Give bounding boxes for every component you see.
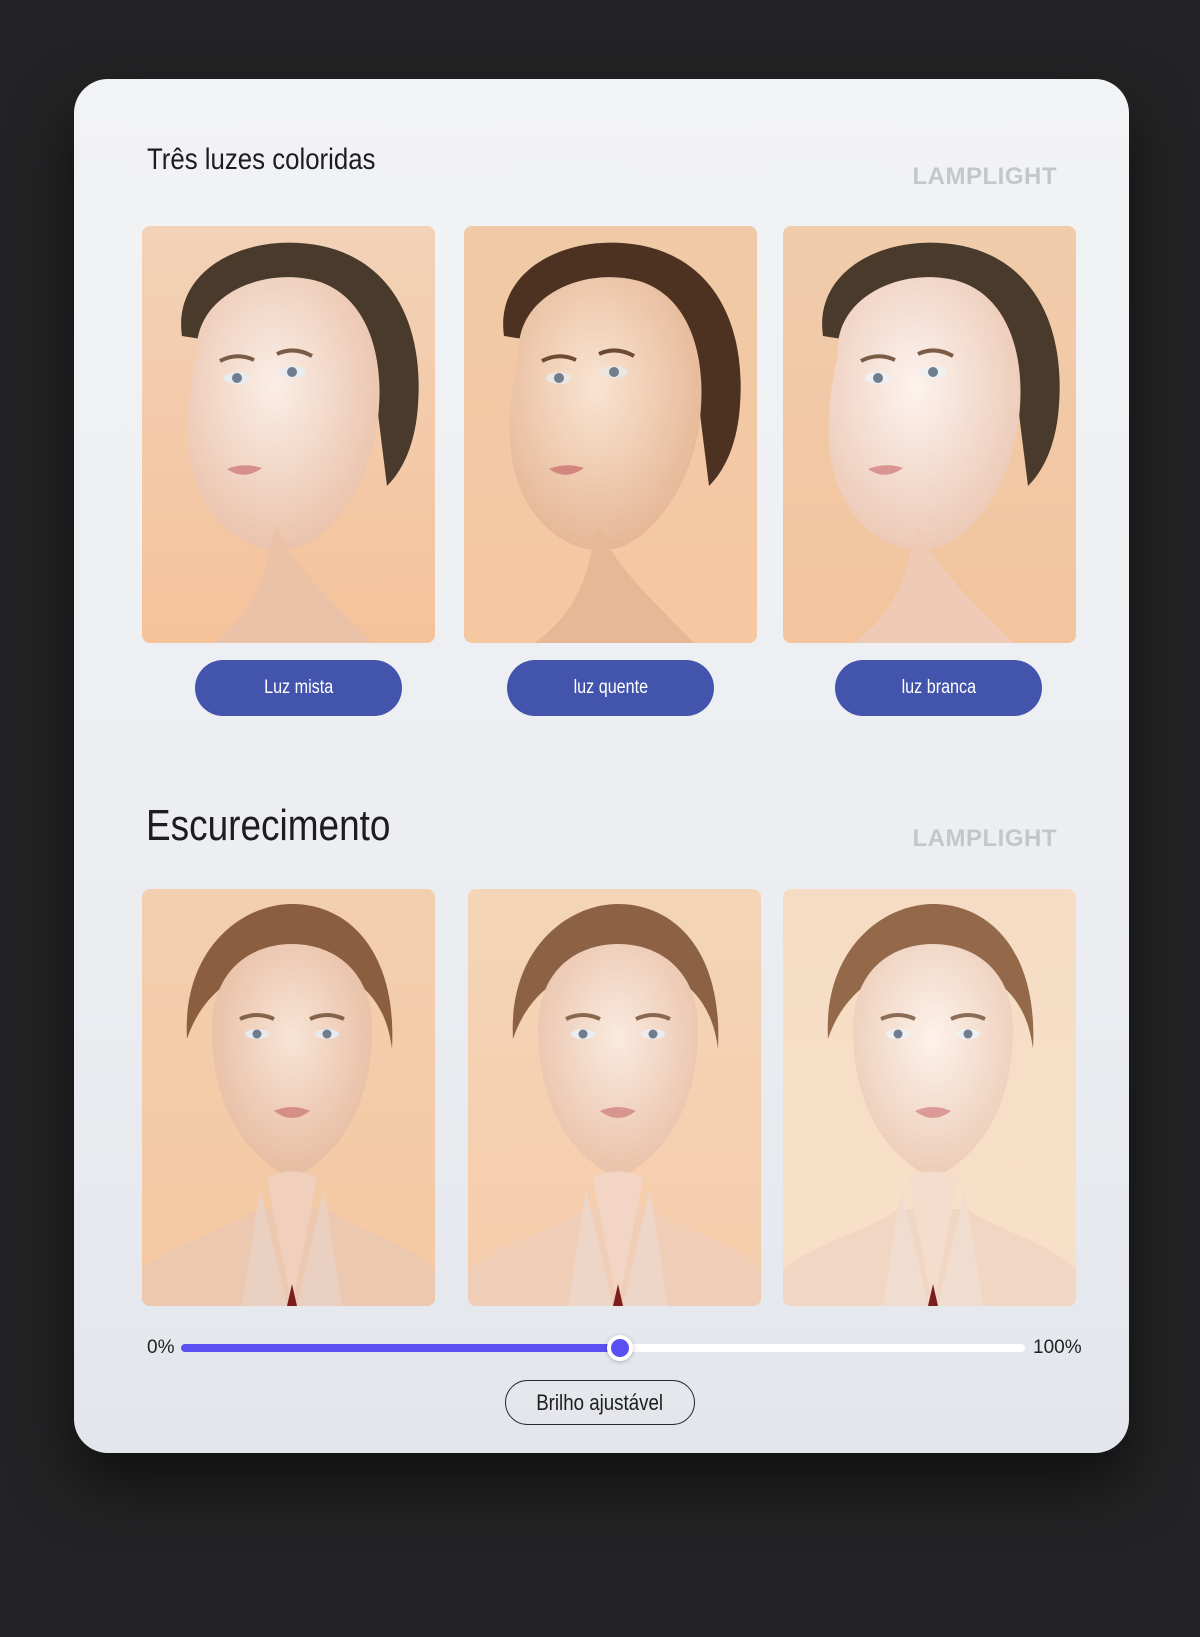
white-light-button[interactable]: luz branca — [835, 660, 1042, 716]
section-title-light-colors: Três luzes coloridas — [147, 143, 376, 176]
brightness-slider-fill — [181, 1344, 620, 1352]
brightness-slider-thumb[interactable] — [606, 1335, 633, 1361]
photo-dim — [142, 889, 435, 1306]
slider-min-label: 0% — [147, 1337, 175, 1358]
photo-medium — [468, 889, 761, 1306]
content-card: Três luzes coloridas LAMPLIGHT Luz mista… — [74, 79, 1129, 1453]
mixed-light-button[interactable]: Luz mista — [195, 660, 402, 716]
photo-warm-light — [464, 226, 757, 643]
brand-watermark: LAMPLIGHT — [912, 163, 1057, 190]
brand-watermark: LAMPLIGHT — [912, 825, 1057, 852]
adjustable-brightness-button[interactable]: Brilho ajustável — [505, 1380, 695, 1425]
brightness-slider-track[interactable] — [181, 1335, 1025, 1361]
section-title-dimming: Escurecimento — [146, 801, 391, 850]
warm-light-button[interactable]: luz quente — [507, 660, 714, 716]
slider-max-label: 100% — [1033, 1337, 1082, 1358]
photo-bright — [783, 889, 1076, 1306]
photo-mixed-light — [142, 226, 435, 643]
photo-white-light — [783, 226, 1076, 643]
